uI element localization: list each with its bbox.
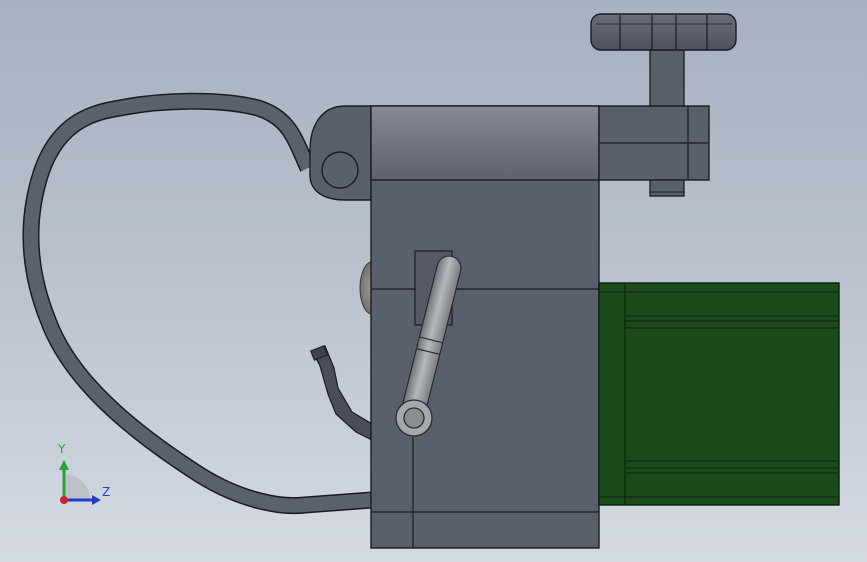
triad-z-label: Z [102,485,111,499]
triad-y-label: Y [58,442,66,456]
screw-tip [649,179,685,197]
knob [590,13,737,51]
coordinate-triad-icon [59,460,101,505]
latch-clip [312,345,373,441]
hinge-pin [321,151,359,189]
main-body-top-face [370,105,600,181]
cad-model-scene [22,13,840,549]
screw-shaft [649,47,685,107]
cad-3d-viewport[interactable]: Y Z [0,0,867,562]
lever-pivot-inner [403,407,425,429]
